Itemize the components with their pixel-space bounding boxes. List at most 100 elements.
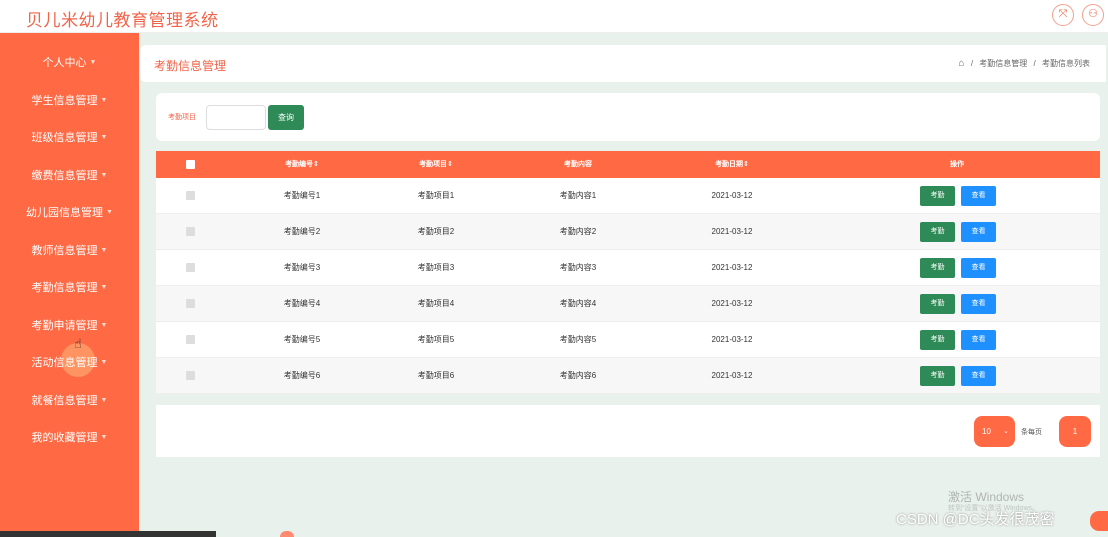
floating-indicator: [280, 531, 294, 537]
view-button[interactable]: 查看: [961, 330, 996, 350]
chevron-down-icon: ▼: [100, 97, 108, 105]
cell-id: 考勤编号4: [283, 299, 321, 308]
search-label: 考勤项目: [168, 114, 196, 121]
cell-date: 2021-03-12: [711, 371, 753, 380]
table-header: 考勤编号⇕ 考勤项目⇕ 考勤内容 考勤日期⇕ 操作: [156, 151, 1100, 178]
page-title: 考勤信息管理: [154, 59, 227, 73]
chevron-down-icon: ▼: [100, 172, 108, 180]
cell-item: 考勤项目3: [417, 263, 455, 272]
sidebar-item-kindergarten[interactable]: 幼儿园信息管理 ▼: [0, 195, 139, 231]
attend-button[interactable]: 考勤: [920, 222, 955, 242]
cell-item: 考勤项目5: [417, 335, 455, 344]
sidebar-item-label: 活动信息管理: [31, 357, 98, 369]
search-form: 考勤项目 查询: [156, 93, 1100, 141]
row-checkbox[interactable]: [186, 227, 195, 236]
table-row: 考勤编号3 考勤项目3 考勤内容3 2021-03-12 考勤 查看: [156, 250, 1100, 286]
column-header[interactable]: 考勤日期⇕: [672, 151, 792, 178]
cell-content: 考勤内容2: [559, 227, 597, 236]
row-checkbox[interactable]: [186, 263, 195, 272]
cell-date: 2021-03-12: [711, 335, 753, 344]
chevron-down-icon: ▼: [100, 134, 108, 142]
sidebar-item-label: 个人中心: [42, 57, 87, 69]
breadcrumb-item[interactable]: 考勤信息管理: [979, 59, 1027, 68]
sidebar-item-attendance-requests[interactable]: 考勤申请管理 ▼: [0, 308, 139, 344]
column-header[interactable]: 考勤项目⇕: [376, 151, 496, 178]
row-checkbox[interactable]: [186, 335, 195, 344]
cell-content: 考勤内容1: [559, 191, 597, 200]
sidebar-item-label: 学生信息管理: [31, 95, 98, 107]
cell-item: 考勤项目1: [417, 191, 455, 200]
cell-item: 考勤项目6: [417, 371, 455, 380]
sidebar-item-classes[interactable]: 班级信息管理 ▼: [0, 120, 139, 156]
per-page-label: 条每页: [1021, 429, 1042, 436]
hand-cursor-icon: ☝: [74, 336, 82, 351]
floating-corner-button[interactable]: [1090, 511, 1108, 531]
page-size-value: 10: [982, 427, 991, 436]
cell-item: 考勤项目4: [417, 299, 455, 308]
column-header: 考勤内容: [564, 161, 592, 168]
attend-button[interactable]: 考勤: [920, 258, 955, 278]
sidebar-item-teachers[interactable]: 教师信息管理 ▼: [0, 233, 139, 269]
column-header: 操作: [950, 161, 964, 168]
page-size-select[interactable]: 10 ⌄: [974, 416, 1015, 447]
view-button[interactable]: 查看: [961, 366, 996, 386]
search-button[interactable]: 查询: [268, 105, 304, 130]
attend-button[interactable]: 考勤: [920, 294, 955, 314]
cell-date: 2021-03-12: [711, 299, 753, 308]
sidebar-item-personal-center[interactable]: 个人中心 ▼: [0, 45, 139, 81]
sidebar-item-attendance[interactable]: 考勤信息管理 ▼: [0, 270, 139, 306]
cell-content: 考勤内容6: [559, 371, 597, 380]
cell-content: 考勤内容3: [559, 263, 597, 272]
row-checkbox[interactable]: [186, 371, 195, 380]
view-button[interactable]: 查看: [961, 294, 996, 314]
table-row: 考勤编号4 考勤项目4 考勤内容4 2021-03-12 考勤 查看: [156, 286, 1100, 322]
cell-date: 2021-03-12: [711, 263, 753, 272]
cell-content: 考勤内容4: [559, 299, 597, 308]
attend-button[interactable]: 考勤: [920, 186, 955, 206]
fullscreen-icon[interactable]: ⤧: [1052, 4, 1074, 26]
search-input[interactable]: [206, 105, 266, 130]
cell-content: 考勤内容5: [559, 335, 597, 344]
sidebar-item-label: 教师信息管理: [31, 245, 98, 257]
view-button[interactable]: 查看: [961, 222, 996, 242]
cell-id: 考勤编号6: [283, 371, 321, 380]
breadcrumb: ⌂ / 考勤信息管理 / 考勤信息列表: [958, 58, 1090, 69]
chevron-down-icon: ▼: [100, 247, 108, 255]
cell-item: 考勤项目2: [417, 227, 455, 236]
home-icon[interactable]: ⌂: [959, 58, 965, 69]
attend-button[interactable]: 考勤: [920, 330, 955, 350]
top-header: 贝儿米幼儿教育管理系统 ⤧ ⚇: [0, 0, 1108, 33]
cell-id: 考勤编号3: [283, 263, 321, 272]
sidebar-item-payments[interactable]: 缴费信息管理 ▼: [0, 158, 139, 194]
sidebar-item-label: 考勤申请管理: [31, 320, 98, 332]
user-icon[interactable]: ⚇: [1082, 4, 1104, 26]
table-row: 考勤编号2 考勤项目2 考勤内容2 2021-03-12 考勤 查看: [156, 214, 1100, 250]
chevron-down-icon: ▼: [100, 284, 108, 292]
sidebar-item-label: 缴费信息管理: [31, 170, 98, 182]
attend-button[interactable]: 考勤: [920, 366, 955, 386]
view-button[interactable]: 查看: [961, 258, 996, 278]
page-header: 考勤信息管理 ⌂ / 考勤信息管理 / 考勤信息列表: [140, 45, 1106, 82]
status-strip: [0, 531, 216, 537]
sidebar-item-favorites[interactable]: 我的收藏管理 ▼: [0, 420, 139, 456]
sidebar-item-meals[interactable]: 就餐信息管理 ▼: [0, 383, 139, 419]
data-table: 考勤编号⇕ 考勤项目⇕ 考勤内容 考勤日期⇕ 操作 考勤编号1 考勤项目1 考勤…: [156, 151, 1100, 394]
sidebar-item-students[interactable]: 学生信息管理 ▼: [0, 83, 139, 119]
column-header[interactable]: 考勤编号⇕: [242, 151, 362, 178]
cell-id: 考勤编号1: [283, 191, 321, 200]
row-checkbox[interactable]: [186, 191, 195, 200]
page-number-button[interactable]: 1: [1059, 416, 1091, 447]
table-row: 考勤编号6 考勤项目6 考勤内容6 2021-03-12 考勤 查看: [156, 358, 1100, 394]
sidebar-item-label: 我的收藏管理: [31, 432, 98, 444]
app-title: 贝儿米幼儿教育管理系统: [26, 11, 219, 30]
row-checkbox[interactable]: [186, 299, 195, 308]
breadcrumb-item: 考勤信息列表: [1042, 59, 1090, 68]
csdn-watermark: CSDN @DC头发很茂密: [896, 511, 1055, 528]
chevron-down-icon: ⌄: [1003, 428, 1009, 435]
chevron-down-icon: ▼: [100, 322, 108, 330]
chevron-down-icon: ▼: [100, 397, 108, 405]
chevron-down-icon: ▼: [89, 59, 97, 67]
select-all-checkbox[interactable]: [186, 160, 195, 169]
sidebar-item-activities[interactable]: 活动信息管理 ▼: [0, 345, 139, 381]
view-button[interactable]: 查看: [961, 186, 996, 206]
